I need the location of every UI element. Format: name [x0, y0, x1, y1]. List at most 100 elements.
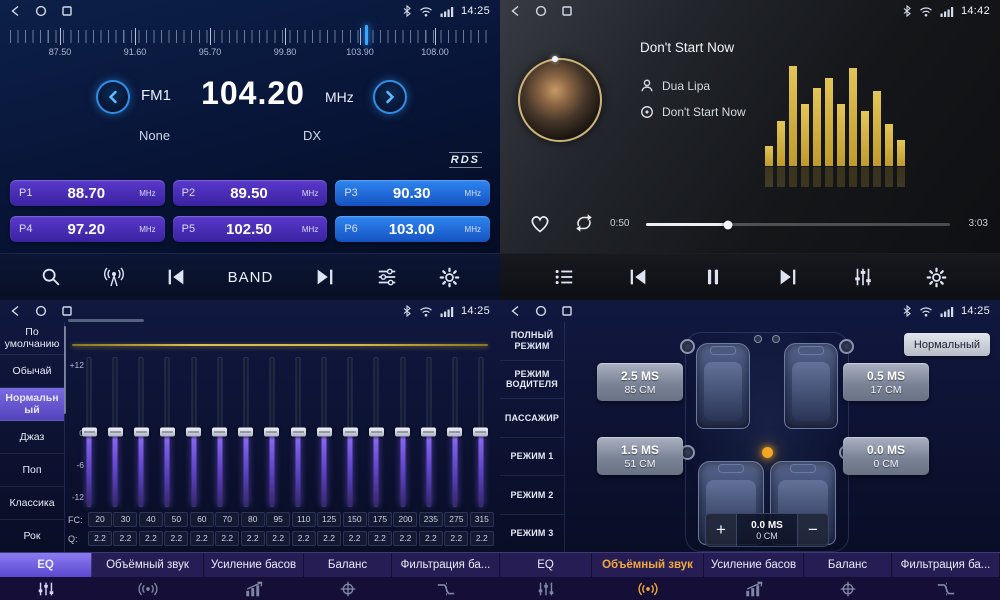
nav-recents-icon[interactable] — [561, 305, 573, 317]
tab-eq-icon-slot[interactable] — [500, 577, 592, 600]
nav-home-icon[interactable] — [35, 5, 47, 17]
rear-right-delay-button[interactable]: 0.0 MS 0 CM — [843, 437, 929, 475]
eq-band-slider[interactable] — [420, 357, 438, 507]
tab-balance-icon-slot[interactable] — [304, 577, 392, 600]
nav-back-icon[interactable] — [510, 5, 521, 17]
eq-slider-handle[interactable] — [317, 428, 332, 437]
nav-recents-icon[interactable] — [61, 5, 73, 17]
tab-eq[interactable]: EQ — [500, 553, 592, 577]
previous-station-button[interactable] — [165, 266, 187, 288]
eq-band-slider[interactable] — [367, 357, 385, 507]
eq-slider-handle[interactable] — [108, 428, 123, 437]
eq-slider-handle[interactable] — [447, 428, 462, 437]
eq-band-slider[interactable] — [315, 357, 333, 507]
tab-filter-icon-slot[interactable] — [392, 577, 500, 600]
eq-slider-handle[interactable] — [160, 428, 175, 437]
eq-band-slider[interactable] — [132, 357, 150, 507]
eq-slider-handle[interactable] — [134, 428, 149, 437]
settings-button[interactable] — [439, 267, 460, 288]
eq-slider-handle[interactable] — [473, 428, 488, 437]
nav-home-icon[interactable] — [35, 305, 47, 317]
eq-slider-handle[interactable] — [238, 428, 253, 437]
passenger-seat[interactable] — [784, 343, 838, 429]
seek-up-button[interactable] — [373, 80, 407, 114]
tab-filter[interactable]: Фильтрация ба... — [392, 553, 500, 577]
front-left-delay-button[interactable]: 2.5 MS 85 CM — [597, 363, 683, 401]
equalizer-button[interactable] — [852, 266, 874, 288]
nav-home-icon[interactable] — [535, 305, 547, 317]
tab-eq[interactable]: EQ — [0, 553, 92, 577]
profile-button[interactable]: Нормальный — [904, 333, 990, 356]
preset-p4[interactable]: P4 97.20 MHz — [10, 216, 165, 242]
eq-slider-handle[interactable] — [82, 428, 97, 437]
rear-left-delay-button[interactable]: 1.5 MS 51 CM — [597, 437, 683, 475]
previous-track-button[interactable] — [627, 266, 649, 288]
settings-button[interactable] — [926, 267, 947, 288]
mode-driver[interactable]: РЕЖИМ ВОДИТЕЛЯ — [500, 361, 564, 400]
seek-down-button[interactable] — [96, 80, 130, 114]
preset-p6[interactable]: P6 103.00 MHz — [335, 216, 490, 242]
front-right-delay-button[interactable]: 0.5 MS 17 CM — [843, 363, 929, 401]
nav-back-icon[interactable] — [10, 5, 21, 17]
eq-band-slider[interactable] — [80, 357, 98, 507]
tab-balance[interactable]: Баланс — [804, 553, 892, 577]
tab-bass-boost[interactable]: Усиление басов — [204, 553, 304, 577]
playlist-button[interactable] — [553, 266, 575, 288]
eq-slider-handle[interactable] — [212, 428, 227, 437]
increase-button[interactable]: + — [706, 514, 736, 546]
nav-recents-icon[interactable] — [61, 305, 73, 317]
decrease-button[interactable]: − — [798, 514, 828, 546]
eq-band-slider[interactable] — [472, 357, 490, 507]
eq-slider-handle[interactable] — [264, 428, 279, 437]
favorite-button[interactable] — [528, 212, 552, 234]
mode-3[interactable]: РЕЖИМ 3 — [500, 515, 564, 554]
broadcast-button[interactable] — [103, 266, 125, 288]
mode-2[interactable]: РЕЖИМ 2 — [500, 476, 564, 515]
eq-preset-default[interactable]: По умолчанию — [0, 322, 64, 355]
tab-filter-icon-slot[interactable] — [892, 577, 1000, 600]
eq-preset-normal[interactable]: Нормальный — [0, 388, 64, 421]
pause-button[interactable] — [702, 266, 724, 288]
tab-bass-icon-slot[interactable] — [204, 577, 304, 600]
tab-balance-icon-slot[interactable] — [804, 577, 892, 600]
listening-position-dot[interactable] — [762, 447, 773, 458]
eq-band-slider[interactable] — [237, 357, 255, 507]
progress-knob[interactable] — [724, 220, 733, 229]
tab-surround-icon-slot[interactable] — [592, 577, 704, 600]
eq-slider-handle[interactable] — [395, 428, 410, 437]
tab-bass-icon-slot[interactable] — [704, 577, 804, 600]
eq-band-slider[interactable] — [263, 357, 281, 507]
repeat-button[interactable] — [572, 212, 596, 234]
eq-band-slider[interactable] — [185, 357, 203, 507]
eq-band-slider[interactable] — [341, 357, 359, 507]
tab-bass-boost[interactable]: Усиление басов — [704, 553, 804, 577]
tab-surround[interactable]: Объёмный звук — [592, 553, 704, 577]
eq-band-slider[interactable] — [289, 357, 307, 507]
eq-slider-handle[interactable] — [421, 428, 436, 437]
eq-band-slider[interactable] — [394, 357, 412, 507]
eq-slider-handle[interactable] — [343, 428, 358, 437]
next-station-button[interactable] — [314, 266, 336, 288]
tune-button[interactable] — [376, 266, 398, 288]
preset-p2[interactable]: P2 89.50 MHz — [173, 180, 328, 206]
preset-p1[interactable]: P1 88.70 MHz — [10, 180, 165, 206]
preset-p5[interactable]: P5 102.50 MHz — [173, 216, 328, 242]
next-track-button[interactable] — [777, 266, 799, 288]
tab-balance[interactable]: Баланс — [304, 553, 392, 577]
eq-band-slider[interactable] — [211, 357, 229, 507]
eq-band-slider[interactable] — [446, 357, 464, 507]
progress-bar[interactable] — [646, 223, 950, 226]
band-button[interactable]: BAND — [228, 269, 274, 286]
tab-filter[interactable]: Фильтрация ба... — [892, 553, 1000, 577]
mode-passenger[interactable]: ПАССАЖИР — [500, 399, 564, 438]
search-button[interactable] — [40, 266, 62, 288]
eq-preset-classic[interactable]: Классика — [0, 487, 64, 520]
eq-slider-handle[interactable] — [291, 428, 306, 437]
mode-1[interactable]: РЕЖИМ 1 — [500, 438, 564, 477]
tab-surround-icon-slot[interactable] — [92, 577, 204, 600]
eq-preset-rock[interactable]: Рок — [0, 520, 64, 553]
eq-band-slider[interactable] — [106, 357, 124, 507]
eq-slider-handle[interactable] — [186, 428, 201, 437]
preset-scrollbar[interactable] — [64, 326, 66, 414]
nav-back-icon[interactable] — [10, 305, 21, 317]
